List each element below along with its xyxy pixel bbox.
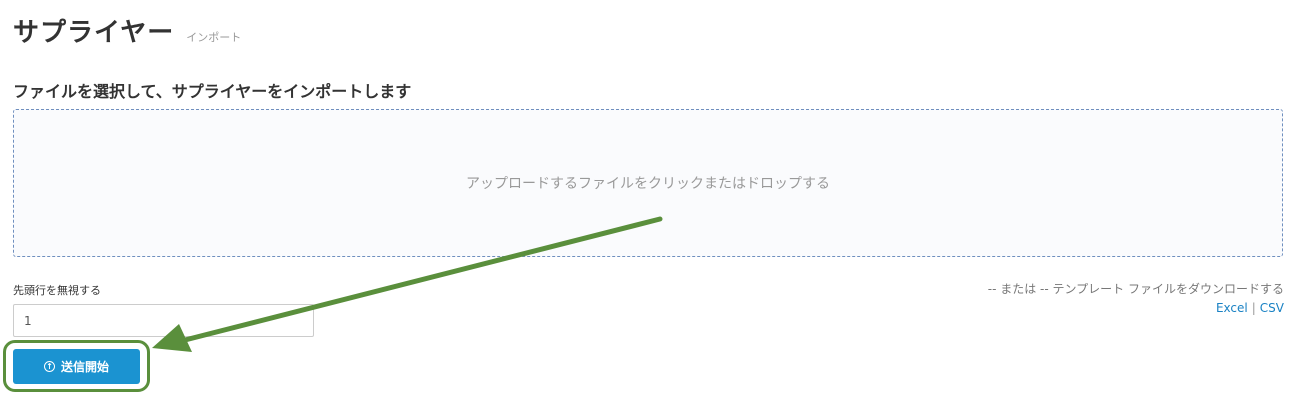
page-title: サプライヤー <box>13 18 175 48</box>
submit-button-label: 送信開始 <box>60 360 109 374</box>
skip-rows-input[interactable] <box>13 304 314 337</box>
dropzone-text: アップロードするファイルをクリックまたはドロップする <box>466 176 830 192</box>
link-separator: | <box>1251 301 1256 315</box>
submit-button[interactable]: ↑ 送信開始 <box>13 349 140 384</box>
file-dropzone[interactable]: アップロードするファイルをクリックまたはドロップする <box>13 109 1283 257</box>
page-header: サプライヤー インポート <box>13 12 241 49</box>
page-subtitle: インポート <box>186 31 242 44</box>
template-download-text: -- または -- テンプレート ファイルをダウンロードする <box>987 282 1284 296</box>
excel-template-link[interactable]: Excel <box>1216 301 1248 315</box>
skip-rows-label: 先頭行を無視する <box>13 284 101 297</box>
import-section-title: ファイルを選択して、サプライヤーをインポートします <box>13 82 412 101</box>
template-links: Excel | CSV <box>1216 301 1284 315</box>
arrow-up-circle-icon: ↑ <box>43 361 55 372</box>
csv-template-link[interactable]: CSV <box>1260 301 1284 315</box>
import-page: サプライヤー インポート ファイルを選択して、サプライヤーをインポートします ア… <box>0 0 1305 404</box>
